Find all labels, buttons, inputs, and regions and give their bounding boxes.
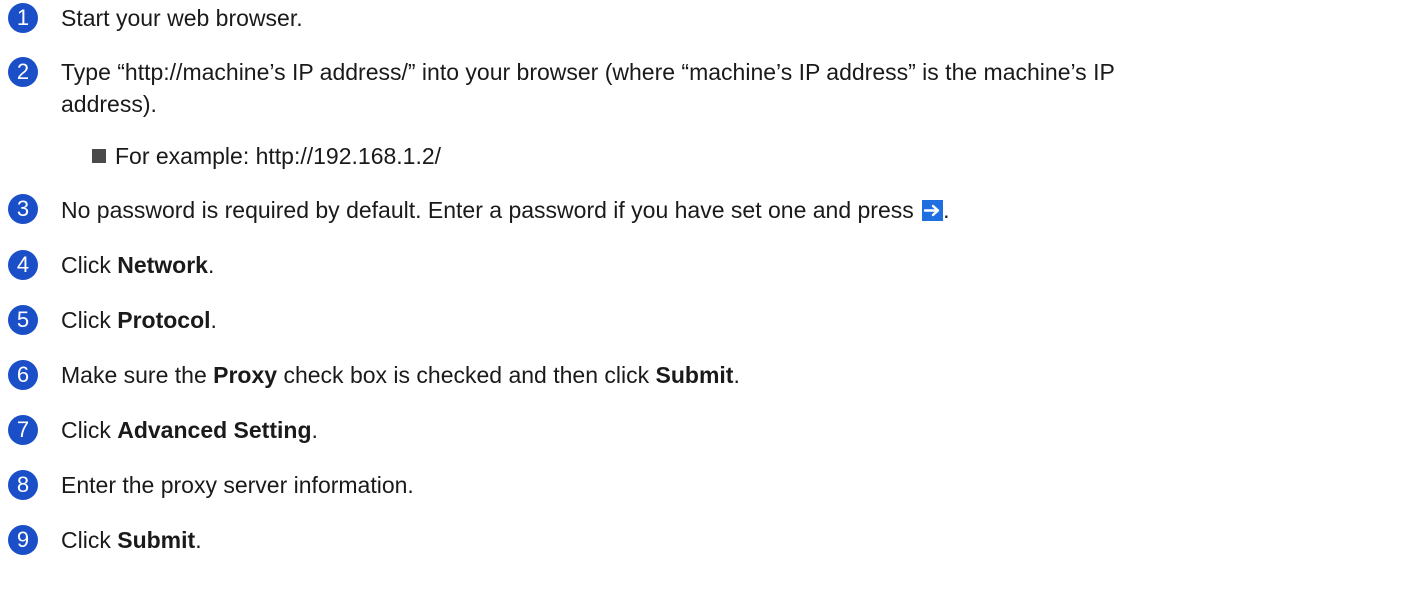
step-number: 8: [8, 470, 38, 500]
step-text-prefix: Click: [61, 417, 118, 443]
step-text-prefix: Click: [61, 527, 118, 553]
step-text: Start your web browser.: [61, 5, 303, 31]
bullet-item: For example: http://192.168.1.2/: [92, 139, 441, 173]
step-text: Click Network.: [61, 248, 1384, 282]
step-text-suffix: .: [195, 527, 202, 553]
step-number: 6: [8, 360, 38, 390]
ui-term-advanced-setting: Advanced Setting: [117, 417, 312, 443]
step-text-line-1: Type “http://machine’s IP address/” into…: [61, 59, 1115, 85]
step-number: 9: [8, 525, 38, 555]
step-text: Click Submit.: [61, 523, 1384, 557]
step-text: Make sure the Proxy check box is checked…: [61, 358, 1384, 392]
step-number: 7: [8, 415, 38, 445]
ui-term-submit: Submit: [655, 362, 734, 388]
step-number: 1: [8, 3, 38, 33]
step-text-suffix: .: [733, 362, 740, 388]
step-text-suffix: .: [207, 252, 215, 278]
step-text-suffix: .: [943, 197, 950, 223]
step-text: Enter the proxy server information.: [61, 472, 414, 498]
ui-term-proxy: Proxy: [213, 362, 278, 388]
step-text: No password is required by default. Ente…: [61, 193, 1384, 227]
step-number: 4: [8, 250, 38, 280]
step-text-prefix: Make sure the: [61, 362, 214, 388]
step-text: Click Advanced Setting.: [61, 413, 1384, 447]
bullet-text: For example: http://192.168.1.2/: [115, 143, 442, 169]
ui-term-protocol: Protocol: [117, 307, 211, 333]
step-text: Click Protocol.: [61, 303, 1384, 337]
step-text-line-2: address).: [61, 91, 157, 117]
right-arrow-icon: [922, 200, 944, 221]
ui-term-submit: Submit: [117, 527, 196, 553]
ui-term-network: Network: [117, 252, 208, 278]
step-number: 3: [8, 194, 38, 224]
step-text-prefix: Click: [61, 252, 118, 278]
square-bullet-icon: [92, 149, 106, 163]
step-text-main: No password is required by default. Ente…: [61, 197, 914, 223]
step-text-suffix: .: [311, 417, 318, 443]
step-text-prefix: Click: [61, 307, 118, 333]
step-number: 5: [8, 305, 38, 335]
step-text-middle: check box is checked and then click: [277, 362, 656, 388]
step-text-suffix: .: [210, 307, 217, 333]
step-number: 2: [8, 57, 38, 87]
